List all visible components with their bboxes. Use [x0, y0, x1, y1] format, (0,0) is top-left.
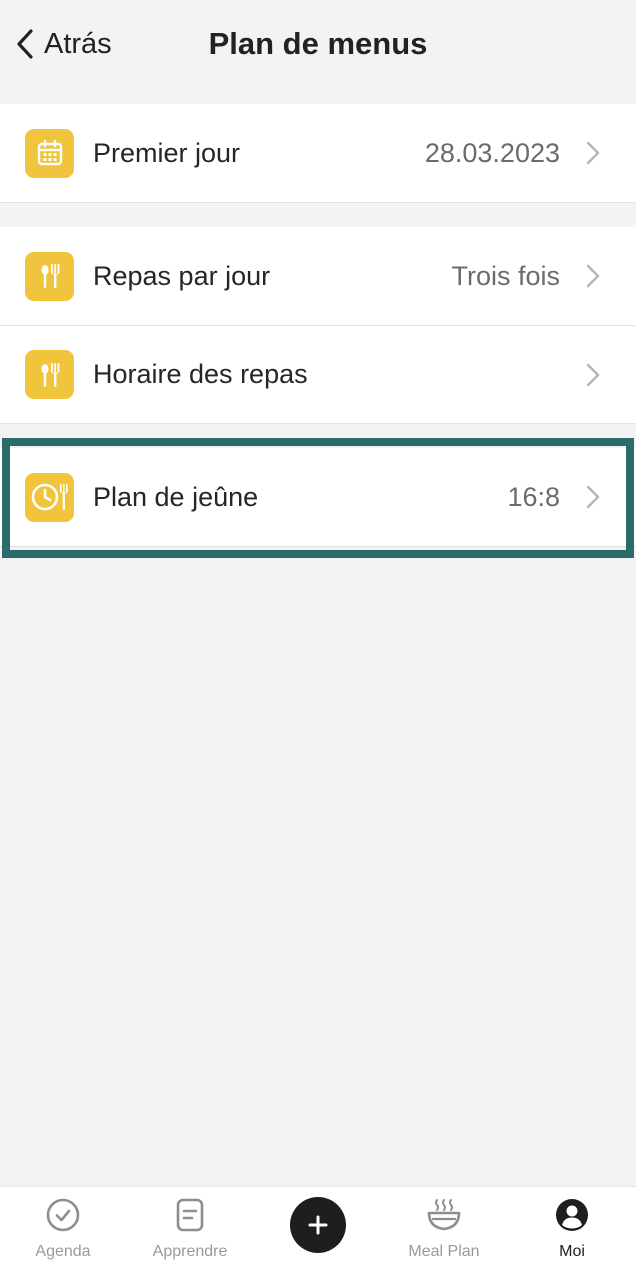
tab-apprendre-label: Apprendre [152, 1243, 228, 1260]
meal-schedule-label: Horaire des repas [93, 359, 308, 389]
first-day-label: Premier jour [93, 137, 241, 168]
meals-per-day-value: Trois fois [451, 260, 560, 291]
tab-agenda[interactable]: Agenda [8, 1187, 118, 1280]
meals-per-day-row[interactable]: Repas par jour Trois fois [0, 227, 636, 325]
bottom-tab-bar: Agenda Apprendre Meal Plan Moi [0, 1186, 636, 1280]
fasting-plan-label: Plan de jeûne [93, 481, 259, 512]
profile-icon [556, 1199, 588, 1231]
plus-icon [308, 1215, 328, 1235]
fork-knife-icon [25, 251, 74, 301]
add-button[interactable] [290, 1197, 346, 1253]
chevron-right-icon [586, 141, 600, 165]
chevron-right-icon [586, 264, 600, 288]
nav-header: Atrás Plan de menus [0, 0, 636, 88]
clock-fork-icon [25, 472, 74, 522]
page-title: Plan de menus [208, 26, 428, 61]
tab-apprendre[interactable]: Apprendre [135, 1187, 245, 1280]
settings-group-start: Premier jour 28.03.2023 [0, 104, 636, 203]
fasting-plan-row[interactable]: Plan de jeûne 16:8 [0, 448, 636, 546]
document-icon [176, 1198, 204, 1232]
bowl-icon [427, 1199, 461, 1231]
fork-knife-icon [25, 350, 74, 399]
settings-group-fasting: Plan de jeûne 16:8 [0, 448, 636, 547]
meals-per-day-label: Repas par jour [93, 260, 271, 291]
check-circle-icon [46, 1198, 80, 1232]
fasting-plan-value: 16:8 [507, 481, 560, 512]
settings-group-meals: Repas par jour Trois fois Horaire des re… [0, 227, 636, 424]
tab-moi-label: Moi [559, 1243, 585, 1260]
first-day-value: 28.03.2023 [424, 137, 560, 168]
first-day-row[interactable]: Premier jour 28.03.2023 [0, 104, 636, 202]
chevron-right-icon [586, 363, 600, 386]
meal-schedule-row[interactable]: Horaire des repas [0, 325, 636, 423]
tab-meal-plan[interactable]: Meal Plan [389, 1187, 499, 1280]
tab-agenda-label: Agenda [35, 1243, 91, 1260]
chevron-right-icon [586, 485, 600, 509]
calendar-icon [25, 128, 74, 178]
tab-moi[interactable]: Moi [517, 1187, 627, 1280]
tab-meal-plan-label: Meal Plan [408, 1243, 480, 1260]
